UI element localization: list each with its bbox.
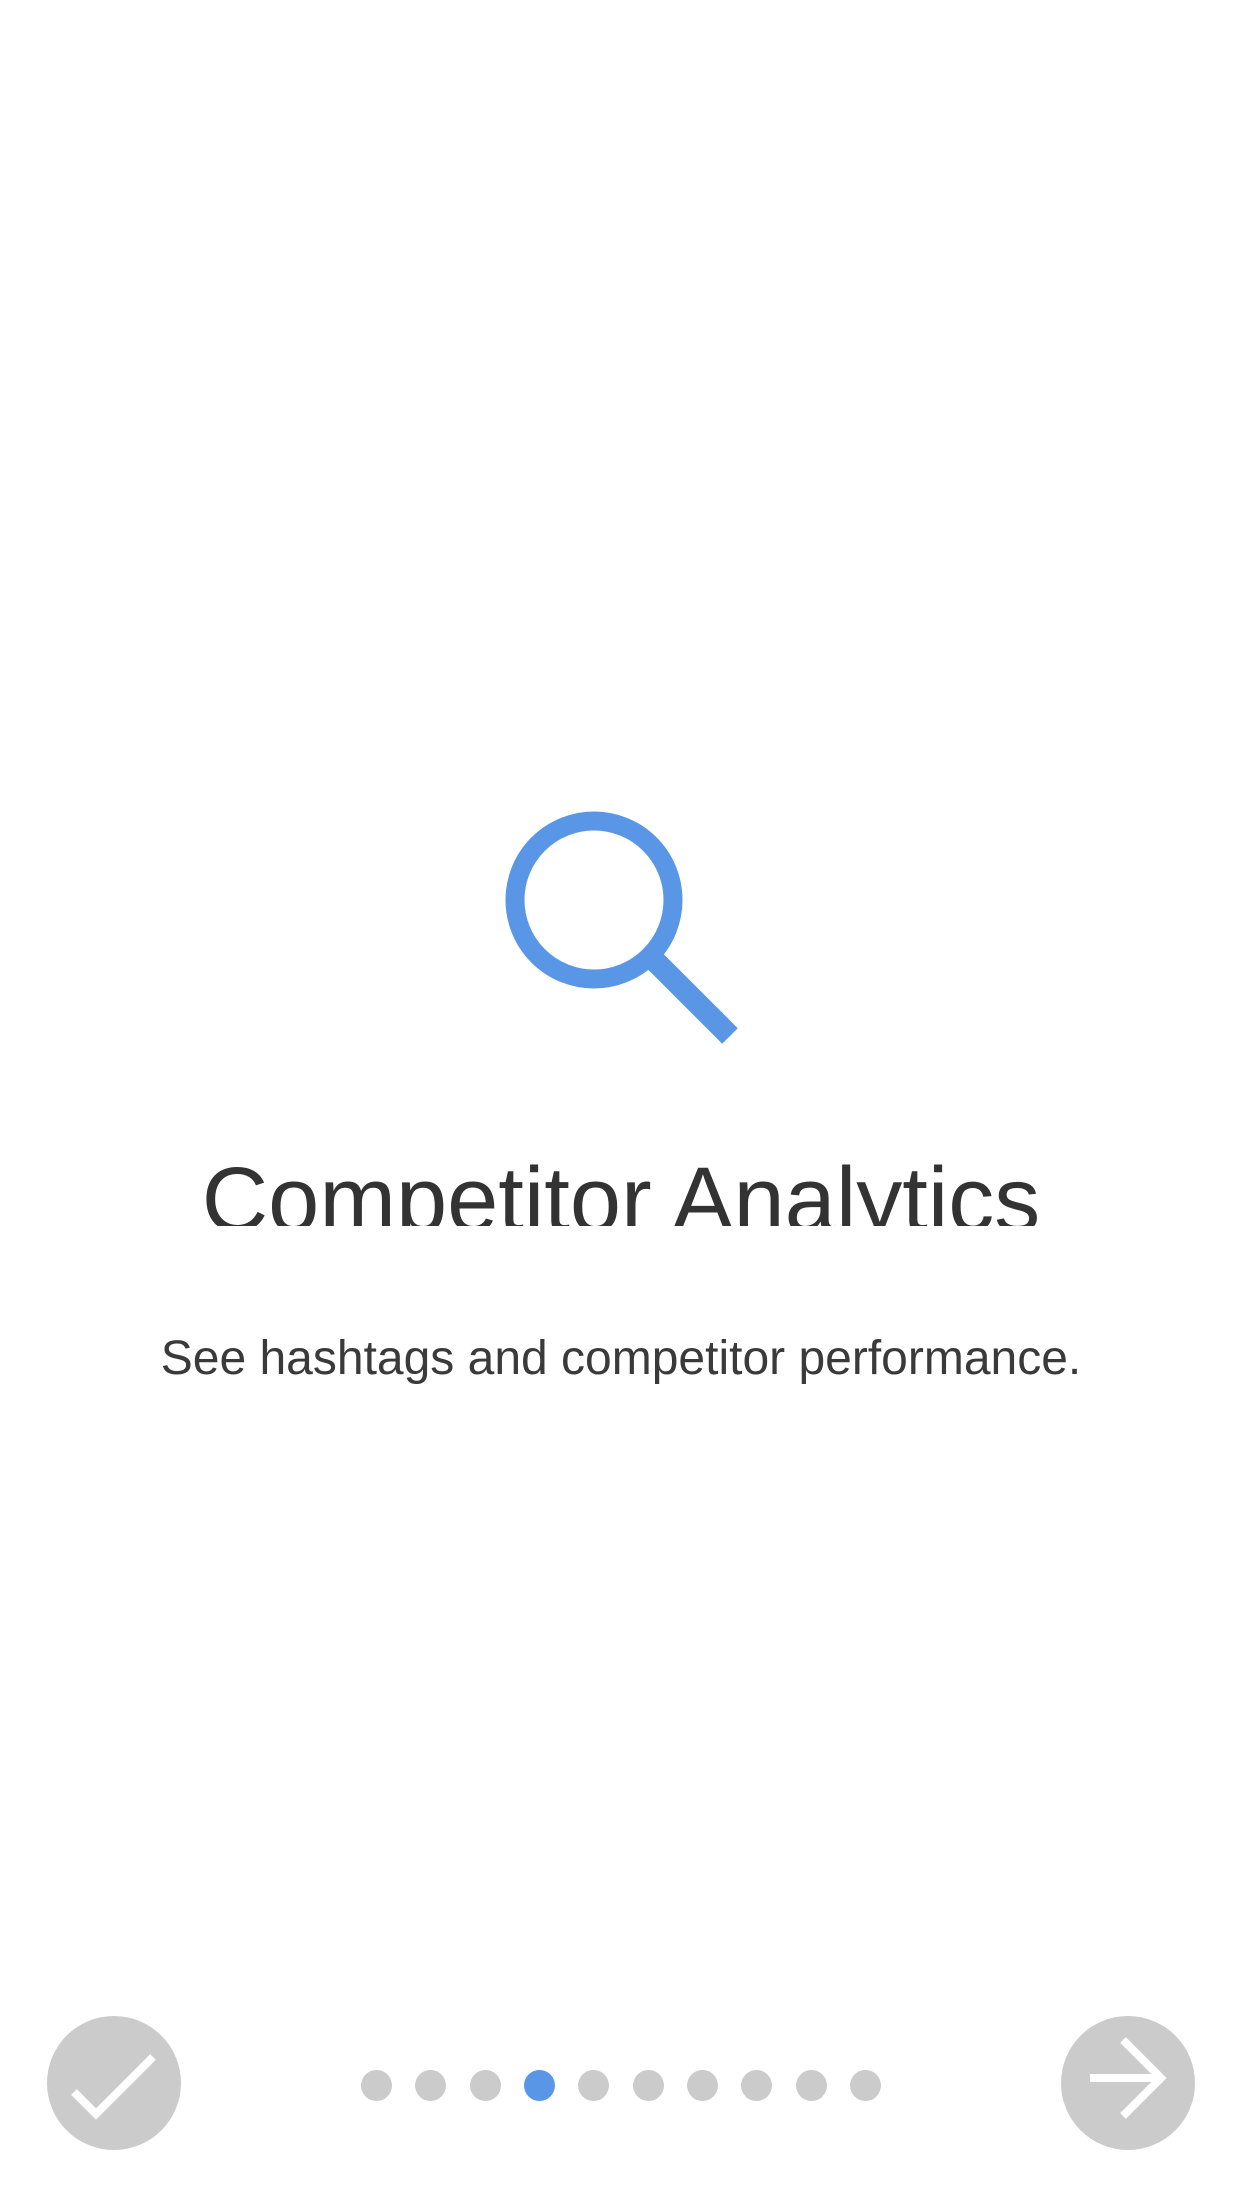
page-dot-9[interactable] <box>795 2069 827 2101</box>
page-dot-3[interactable] <box>469 2069 501 2101</box>
page-subtitle: See hashtags and competitor performance. <box>160 1332 1082 1385</box>
page-dot-2[interactable] <box>415 2069 447 2101</box>
onboarding-footer <box>0 2016 1242 2152</box>
page-dot-4-active[interactable] <box>523 2069 555 2101</box>
magnifying-glass-icon <box>505 811 738 1044</box>
page-dot-7[interactable] <box>686 2069 718 2101</box>
checkmark-icon <box>71 2054 156 2120</box>
done-button[interactable] <box>47 2016 181 2150</box>
page-indicator <box>361 2068 881 2102</box>
page-dot-1[interactable] <box>361 2069 392 2101</box>
page-title-container: Competitor Analytics <box>0 1138 1242 1226</box>
next-button[interactable] <box>1061 2016 1195 2150</box>
onboarding-screen: Competitor Analytics See hashtags and co… <box>0 0 1242 2208</box>
page-dot-6[interactable] <box>632 2069 664 2101</box>
page-dot-8[interactable] <box>741 2069 773 2101</box>
arrow-right-icon <box>1090 2037 1167 2119</box>
page-dot-5[interactable] <box>578 2069 610 2101</box>
page-title: Competitor Analytics <box>201 1149 1041 1226</box>
page-dot-10[interactable] <box>849 2069 881 2101</box>
